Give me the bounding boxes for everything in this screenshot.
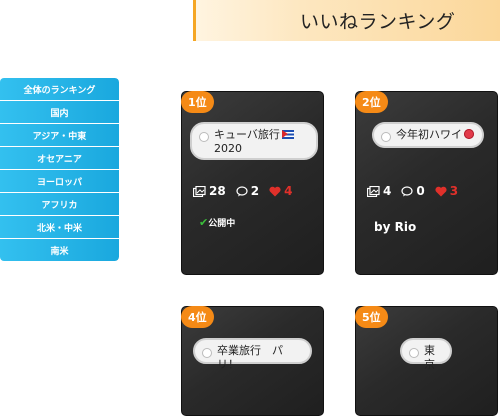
- menu-item-oceania[interactable]: オセアニア: [0, 147, 119, 169]
- trip-name-button[interactable]: キューバ旅行 2020: [190, 122, 318, 160]
- like-count[interactable]: 4: [269, 184, 292, 198]
- rank-badge: 1位: [181, 91, 214, 113]
- trip-name-button[interactable]: 卒業旅行 パリ！: [193, 338, 312, 371]
- page-title: いいねランキング: [300, 11, 456, 33]
- menu-item-all[interactable]: 全体のランキング: [0, 78, 119, 100]
- radio-dot-icon: [202, 348, 212, 358]
- comment-count: 2: [236, 184, 259, 198]
- trip-name: キューバ旅行: [214, 128, 280, 141]
- trip-name: 今年初ハワイ: [396, 128, 462, 141]
- menu-item-europe[interactable]: ヨーロッパ: [0, 170, 119, 192]
- comment-count-value: 2: [250, 184, 260, 198]
- cuba-flag-icon: [281, 130, 294, 139]
- check-icon: ✔: [199, 216, 209, 229]
- radio-dot-icon: [409, 348, 419, 358]
- comment-icon: [401, 185, 413, 196]
- photo-count: 28: [193, 184, 226, 198]
- comment-count-value: 0: [416, 184, 425, 198]
- hibiscus-icon: [464, 129, 474, 139]
- status-text: 公開中: [208, 219, 236, 229]
- rank-badge: 5位: [355, 306, 388, 328]
- menu-item-africa[interactable]: アフリカ: [0, 193, 119, 215]
- menu-item-south-america[interactable]: 南米: [0, 239, 119, 261]
- menu-item-domestic[interactable]: 国内: [0, 101, 119, 123]
- photo-count: 4: [367, 184, 391, 198]
- like-count[interactable]: 3: [435, 184, 458, 198]
- comment-icon: [236, 185, 248, 196]
- rank-badge: 2位: [355, 91, 388, 113]
- trip-name-button[interactable]: 東京: [400, 338, 452, 371]
- radio-dot-icon: [199, 132, 209, 142]
- ranking-card[interactable]: 1位 キューバ旅行 2020 28 2 4 ✔公開中: [181, 91, 324, 275]
- page-title-banner: いいねランキング: [193, 0, 500, 41]
- photo-count-value: 28: [209, 184, 226, 198]
- ranking-card[interactable]: 5位 東京: [355, 306, 498, 416]
- menu-item-north-central-america[interactable]: 北米・中米: [0, 216, 119, 238]
- like-count-value: 4: [284, 184, 293, 198]
- trip-name: 卒業旅行 パリ！: [217, 344, 283, 371]
- rank-badge: 4位: [181, 306, 214, 328]
- public-status: ✔公開中: [199, 216, 235, 229]
- like-count-value: 3: [449, 184, 459, 198]
- photos-icon: [193, 185, 206, 197]
- ranking-card[interactable]: 2位 今年初ハワイ 4 0 3 by Rio: [355, 91, 498, 275]
- ranking-card[interactable]: 4位 卒業旅行 パリ！: [181, 306, 324, 416]
- card-stats: 4 0 3: [367, 184, 468, 198]
- comment-count: 0: [401, 184, 425, 198]
- trip-name-line2: 2020: [214, 142, 242, 155]
- photos-icon: [367, 185, 380, 197]
- radio-dot-icon: [381, 132, 391, 142]
- trip-name: 東京: [424, 344, 435, 371]
- region-menu: 全体のランキング 国内 アジア・中東 オセアニア ヨーロッパ アフリカ 北米・中…: [0, 78, 119, 261]
- author-byline[interactable]: by Rio: [374, 220, 416, 234]
- heart-icon: [269, 186, 281, 196]
- heart-icon: [435, 186, 447, 196]
- menu-item-asia-middle-east[interactable]: アジア・中東: [0, 124, 119, 146]
- photo-count-value: 4: [383, 184, 392, 198]
- card-stats: 28 2 4: [193, 184, 302, 198]
- trip-name-button[interactable]: 今年初ハワイ: [372, 122, 484, 148]
